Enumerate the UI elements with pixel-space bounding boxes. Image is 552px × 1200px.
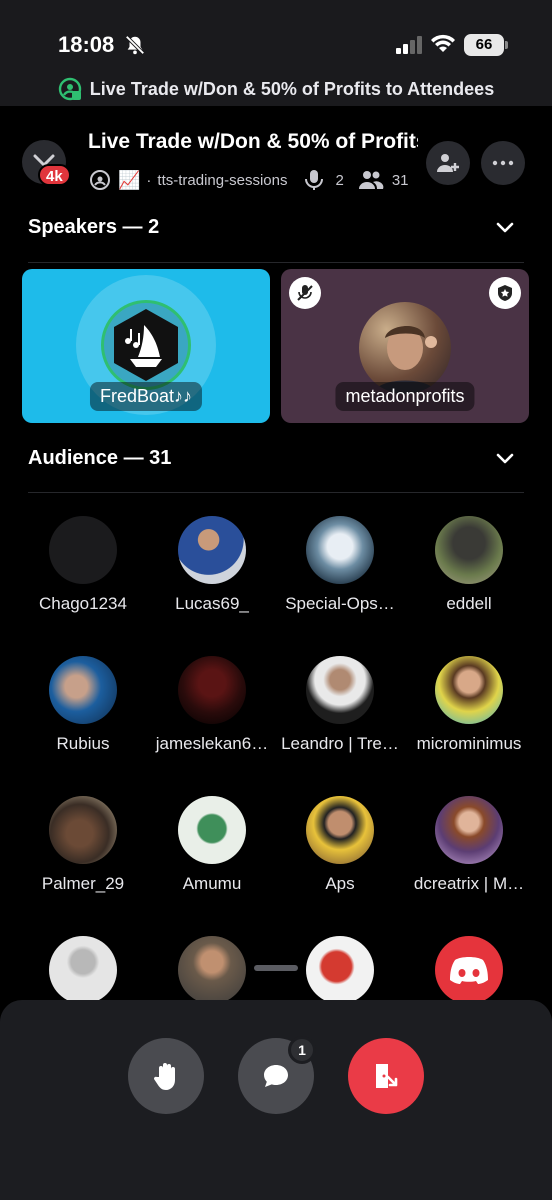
- audience-member[interactable]: Special-Ops…: [276, 516, 404, 614]
- member-name: Palmer_29: [41, 874, 125, 893]
- microphone-icon: [305, 170, 324, 190]
- avatar: [359, 302, 451, 394]
- listener-count: 31: [391, 171, 409, 189]
- invite-button[interactable]: [426, 141, 470, 185]
- avatar: [435, 936, 503, 1004]
- member-name: eddell: [446, 594, 492, 613]
- avatar: [306, 796, 374, 864]
- member-name: jameslekan6…: [155, 734, 269, 753]
- audience-member[interactable]: jameslekan6…: [148, 656, 276, 754]
- member-name: Amumu: [182, 874, 242, 893]
- mic-muted-icon: [297, 285, 313, 301]
- chevron-down-icon: [496, 453, 514, 464]
- avatar: [435, 656, 503, 724]
- divider: [28, 262, 524, 263]
- audience-member[interactable]: Palmer_29: [19, 796, 147, 894]
- raise-hand-icon: [153, 1063, 175, 1090]
- member-name: Rubius: [56, 734, 110, 753]
- avatar: [49, 796, 117, 864]
- audience-member[interactable]: [405, 936, 533, 1004]
- avatar: [101, 300, 191, 390]
- avatar: [178, 516, 246, 584]
- avatar: [306, 516, 374, 584]
- signal-icon: [396, 36, 422, 54]
- speaker-name: FredBoat♪♪: [89, 382, 203, 411]
- divider: [28, 492, 524, 493]
- speaker-card[interactable]: metadonprofits: [281, 269, 529, 423]
- avatar: [306, 656, 374, 724]
- audience-member[interactable]: dcreatrix | M…: [405, 796, 533, 894]
- audience-heading: Audience — 31: [28, 447, 172, 469]
- raise-hand-button[interactable]: [128, 1038, 204, 1114]
- drag-handle[interactable]: [254, 965, 298, 971]
- audience-member[interactable]: Rubius: [19, 656, 147, 754]
- stage-live-icon: [58, 77, 81, 101]
- leave-stage-icon: [376, 1064, 398, 1088]
- live-stage-banner[interactable]: Live Trade w/Don & 50% of Profits to Att…: [0, 72, 552, 106]
- avatar: [306, 936, 374, 1004]
- minimize-badge: 4k: [38, 164, 71, 186]
- status-time: 18:08: [58, 32, 115, 57]
- audience-member[interactable]: microminimus: [405, 656, 533, 754]
- moderator-badge: [489, 277, 521, 309]
- speaker-count: 2: [335, 171, 344, 189]
- member-name: Special-Ops…: [285, 594, 395, 613]
- battery-tip: [505, 41, 508, 49]
- leave-stage-button[interactable]: [348, 1038, 424, 1114]
- status-bar: 18:08 66: [0, 0, 552, 72]
- chat-unread-badge: 1: [288, 1036, 316, 1064]
- chat-icon: [264, 1065, 288, 1087]
- channel-name[interactable]: tts-trading-sessions: [157, 172, 287, 189]
- audience-member[interactable]: Lucas69_: [148, 516, 276, 614]
- live-banner-text: Live Trade w/Don & 50% of Profits to Att…: [89, 78, 495, 99]
- avatar: [435, 516, 503, 584]
- people-icon: [358, 171, 384, 189]
- member-name: Lucas69_: [175, 594, 249, 613]
- audience-member[interactable]: Leandro | Tre…: [276, 656, 404, 754]
- member-name: microminimus: [416, 734, 522, 753]
- speaker-name: metadonprofits: [335, 382, 475, 411]
- member-name: dcreatrix | M…: [413, 874, 525, 893]
- chart-emoji: 📈: [118, 169, 141, 190]
- speakers-heading: Speakers — 2: [28, 216, 160, 238]
- wifi-icon: [431, 34, 455, 52]
- stage-title: Live Trade w/Don & 50% of Profits: [88, 130, 418, 153]
- avatar: [49, 656, 117, 724]
- stage-meta: 📈 · tts-trading-sessions 2 31: [88, 168, 409, 192]
- battery-icon: 66: [464, 34, 504, 56]
- meta-separator: ·: [146, 171, 152, 189]
- audience-member[interactable]: Chago1234: [19, 516, 147, 614]
- more-icon: [492, 160, 514, 166]
- audience-member[interactable]: [19, 936, 147, 1004]
- member-name: Chago1234: [39, 594, 127, 613]
- avatar: [435, 796, 503, 864]
- bell-slash-icon: [125, 35, 145, 55]
- shield-icon: [498, 285, 512, 301]
- more-options-button[interactable]: [481, 141, 525, 185]
- avatar: [49, 936, 117, 1004]
- speakers-header[interactable]: Speakers — 2: [28, 216, 524, 246]
- member-name: Aps: [325, 874, 355, 893]
- avatar: [49, 516, 117, 584]
- fredboat-logo-icon: [114, 309, 178, 381]
- discord-logo-icon: [450, 957, 488, 984]
- muted-badge: [289, 277, 321, 309]
- person-photo-icon: [373, 325, 437, 394]
- audience-member[interactable]: eddell: [405, 516, 533, 614]
- stage-channel-icon: [90, 170, 110, 190]
- audience-member[interactable]: Aps: [276, 796, 404, 894]
- avatar: [178, 656, 246, 724]
- audience-member[interactable]: Amumu: [148, 796, 276, 894]
- avatar: [178, 796, 246, 864]
- speaker-card[interactable]: FredBoat♪♪: [22, 269, 270, 423]
- avatar: [178, 936, 246, 1004]
- member-name: Leandro | Tre…: [281, 734, 399, 753]
- audience-header[interactable]: Audience — 31: [28, 447, 524, 477]
- add-user-icon: [437, 154, 459, 172]
- chevron-down-icon: [496, 222, 514, 233]
